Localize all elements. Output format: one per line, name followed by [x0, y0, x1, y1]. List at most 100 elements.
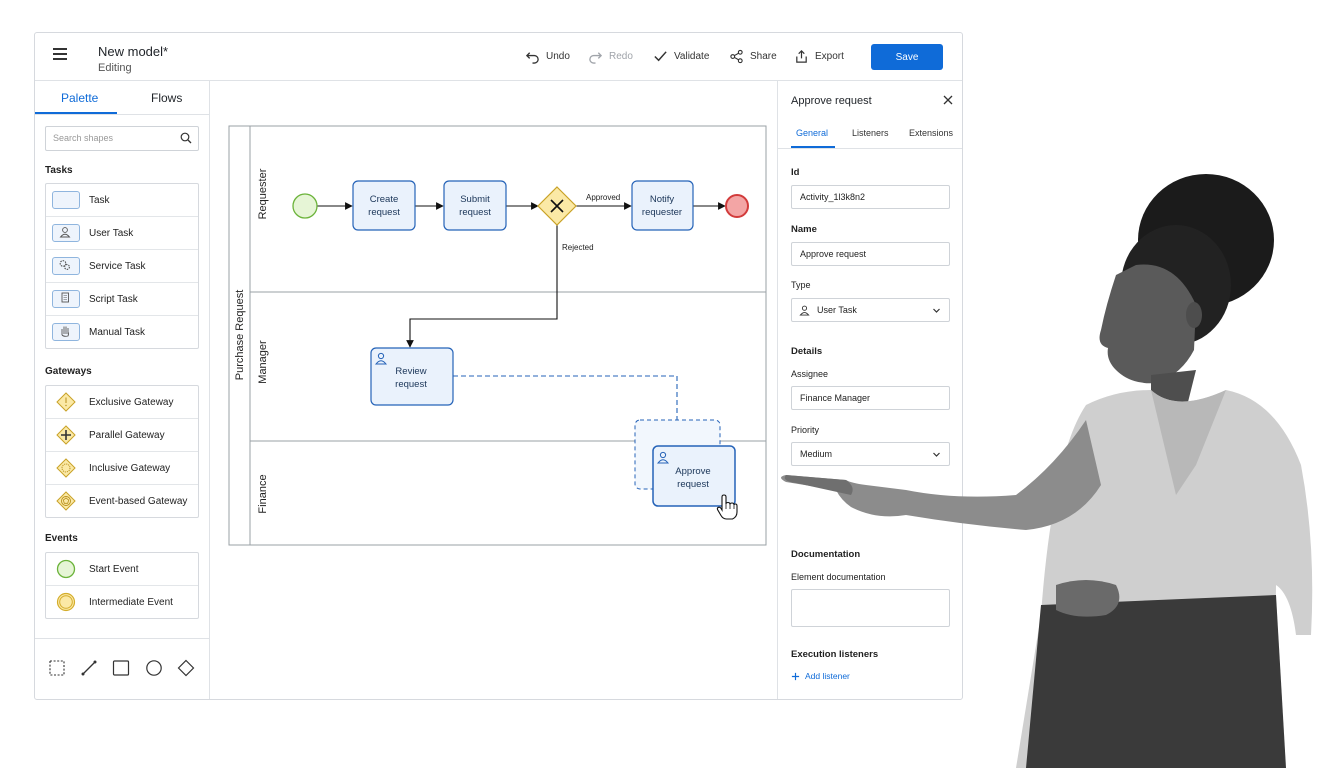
palette-item-label: Parallel Gateway — [89, 430, 165, 441]
export-label: Export — [815, 51, 844, 62]
task-notify-requester[interactable]: Notify requester — [631, 180, 694, 231]
model-title: New model* — [98, 44, 169, 59]
palette-user-task[interactable]: User Task — [46, 217, 198, 250]
diagram-canvas[interactable]: Purchase Request Requester Manager Finan… — [210, 81, 777, 699]
service-task-icon — [52, 257, 80, 275]
bpmn-diagram: Purchase Request Requester Manager Finan… — [228, 125, 767, 546]
share-icon — [730, 49, 743, 64]
task-group: Task User Task Service Task Script Task — [45, 183, 199, 349]
palette-item-label: Event-based Gateway — [89, 496, 188, 507]
task-label: requester — [642, 207, 682, 218]
palette-service-task[interactable]: Service Task — [46, 250, 198, 283]
flow-label-rejected: Rejected — [562, 243, 594, 252]
palette-parallel-gateway[interactable]: Parallel Gateway — [46, 419, 198, 452]
palette-inclusive-gateway[interactable]: Inclusive Gateway — [46, 452, 198, 485]
palette-item-label: Manual Task — [89, 327, 145, 338]
palette-item-label: Service Task — [89, 261, 146, 272]
tab-general[interactable]: General — [796, 128, 828, 138]
redo-label: Redo — [609, 51, 633, 62]
search-shapes-input[interactable]: Search shapes — [45, 126, 199, 151]
tab-flows[interactable]: Flows — [151, 91, 182, 105]
redo-button[interactable]: Redo — [588, 49, 633, 64]
palette-start-event[interactable]: Start Event — [46, 553, 198, 586]
task-label: request — [368, 207, 400, 218]
tab-extensions[interactable]: Extensions — [909, 128, 953, 138]
palette-item-label: User Task — [89, 228, 134, 239]
user-task-icon — [52, 224, 80, 242]
script-task-icon — [52, 290, 80, 308]
intermediate-event-icon — [56, 592, 76, 612]
active-tab-indicator — [791, 146, 835, 148]
manual-task-icon — [52, 323, 80, 341]
palette-tabs: Palette Flows — [35, 81, 209, 115]
drawing-tools — [35, 638, 209, 699]
search-placeholder: Search shapes — [53, 133, 114, 143]
exclusive-gateway-icon — [56, 392, 76, 412]
section-tasks: Tasks — [45, 165, 73, 176]
undo-icon — [525, 52, 539, 64]
lane-label-finance: Finance — [257, 474, 269, 513]
search-icon — [180, 132, 192, 144]
close-icon[interactable] — [941, 93, 955, 107]
event-based-gateway-icon — [56, 491, 76, 511]
properties-title: Approve request — [791, 95, 872, 107]
start-event[interactable] — [292, 193, 318, 219]
active-tab-indicator — [35, 112, 117, 114]
validate-label: Validate — [674, 51, 710, 62]
validate-button[interactable]: Validate — [653, 49, 709, 64]
palette-item-label: Script Task — [89, 294, 138, 305]
lane-label-requester: Requester — [257, 168, 269, 219]
parallel-gateway-icon — [56, 425, 76, 445]
gateway-group: Exclusive Gateway Parallel Gateway Inclu… — [45, 385, 199, 518]
palette-task[interactable]: Task — [46, 184, 198, 217]
save-button[interactable]: Save — [871, 44, 943, 70]
end-event[interactable] — [725, 194, 749, 218]
task-label: Submit — [460, 194, 490, 205]
palette-manual-task[interactable]: Manual Task — [46, 316, 198, 348]
export-icon — [796, 50, 807, 63]
circle-tool-icon[interactable] — [145, 659, 163, 677]
task-label: request — [677, 479, 709, 490]
event-group: Start Event Intermediate Event — [45, 552, 199, 619]
presenter-person-image — [781, 174, 1313, 768]
section-events: Events — [45, 533, 78, 544]
palette-item-label: Intermediate Event — [89, 597, 173, 608]
rectangle-tool-icon[interactable] — [112, 659, 130, 677]
palette-script-task[interactable]: Script Task — [46, 283, 198, 316]
task-submit-request[interactable]: Submit request — [443, 180, 507, 231]
lane-label-manager: Manager — [257, 340, 269, 384]
undo-label: Undo — [546, 51, 570, 62]
hamburger-menu-icon[interactable] — [53, 48, 67, 60]
inclusive-gateway-icon — [56, 458, 76, 478]
pool-label: Purchase Request — [234, 290, 246, 381]
palette-item-label: Inclusive Gateway — [89, 463, 171, 474]
palette-event-based-gateway[interactable]: Event-based Gateway — [46, 485, 198, 517]
connect-tool-icon[interactable] — [80, 659, 98, 677]
palette-exclusive-gateway[interactable]: Exclusive Gateway — [46, 386, 198, 419]
task-review-request[interactable]: Review request — [370, 347, 454, 406]
lasso-select-icon[interactable] — [48, 659, 66, 677]
tab-listeners[interactable]: Listeners — [852, 128, 889, 138]
tab-palette[interactable]: Palette — [61, 91, 98, 105]
properties-tabs: General Listeners Extensions — [778, 117, 962, 149]
share-button[interactable]: Share — [729, 49, 777, 64]
diamond-tool-icon[interactable] — [177, 659, 195, 677]
check-icon — [654, 51, 667, 62]
palette-item-label: Task — [89, 195, 110, 206]
palette-item-label: Start Event — [89, 564, 139, 575]
section-gateways: Gateways — [45, 366, 92, 377]
start-event-icon — [56, 559, 76, 579]
palette-intermediate-event[interactable]: Intermediate Event — [46, 586, 198, 618]
model-status: Editing — [98, 62, 132, 74]
task-label: request — [459, 207, 491, 218]
undo-button[interactable]: Undo — [525, 49, 570, 64]
redo-icon — [589, 52, 603, 64]
palette-item-label: Exclusive Gateway — [89, 397, 174, 408]
toolbar: New model* Editing Undo Redo Validate Sh… — [35, 33, 962, 81]
task-label: Create — [370, 194, 399, 205]
task-create-request[interactable]: Create request — [352, 180, 416, 231]
export-button[interactable]: Export — [794, 49, 844, 64]
task-label: request — [395, 379, 427, 390]
share-label: Share — [750, 51, 777, 62]
task-label: Review — [395, 366, 426, 377]
